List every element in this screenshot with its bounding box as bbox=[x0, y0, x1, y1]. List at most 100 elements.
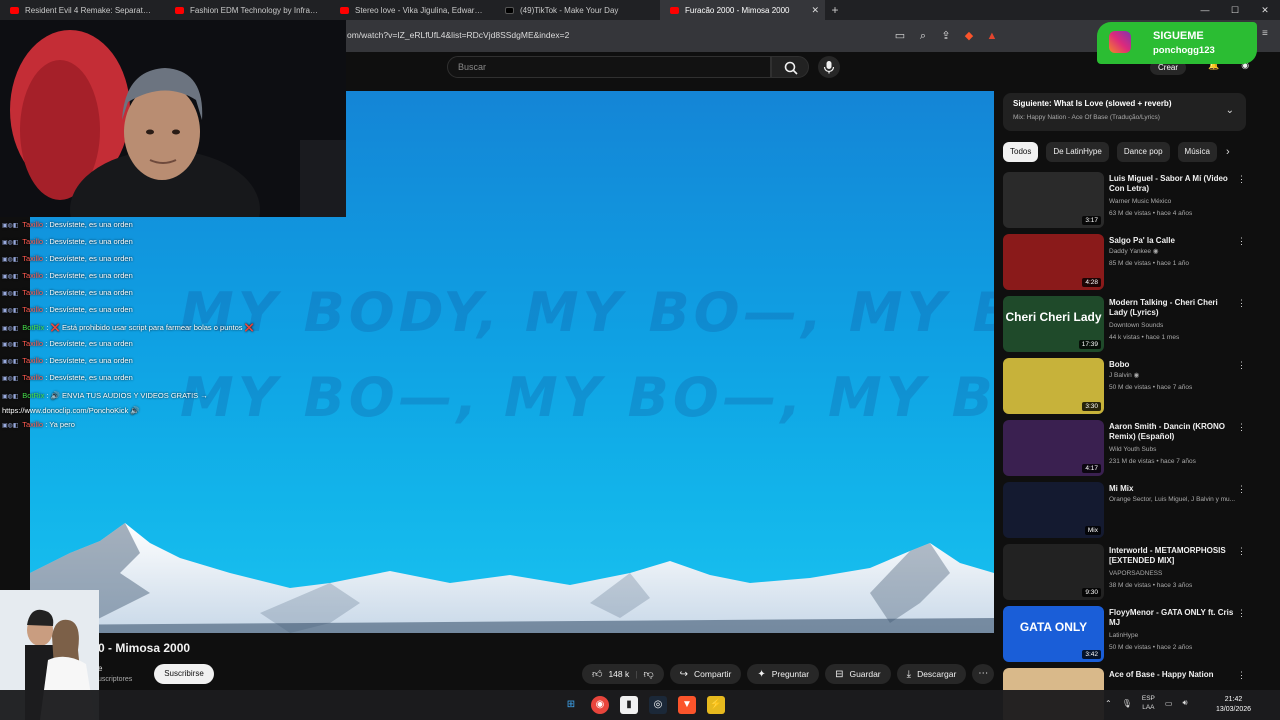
recommendation-channel[interactable]: VAPORSADNESS bbox=[1109, 568, 1249, 580]
browser-tab[interactable]: (49)TikTok - Make Your Day bbox=[495, 0, 660, 20]
recommendation-channel[interactable]: Downtown Sounds bbox=[1109, 320, 1249, 332]
ask-button[interactable]: ✦ Preguntar bbox=[747, 664, 820, 684]
chat-message: ▣◍◧ Taxillo : Ya pero bbox=[2, 417, 342, 434]
url-field[interactable]: om/watch?v=IZ_eRLfUfL4&list=RDcVjd8SSdgM… bbox=[347, 30, 569, 40]
chevron-up-icon[interactable]: ⌃ bbox=[1105, 699, 1112, 708]
video-thumbnail[interactable]: 4:17 bbox=[1003, 420, 1104, 476]
thumbs-down-icon[interactable]: 👎︎ bbox=[643, 668, 653, 680]
lang-code: ESP bbox=[1141, 695, 1155, 702]
youtube-icon bbox=[175, 6, 184, 14]
chip-todos[interactable]: Todos bbox=[1003, 142, 1039, 162]
winamp-icon[interactable]: ⚡ bbox=[707, 696, 725, 714]
more-vert-icon[interactable]: ⋮ bbox=[1237, 360, 1246, 371]
recommendation-channel[interactable]: Orange Sector, Luis Miguel, J Balvin y m… bbox=[1109, 494, 1249, 506]
recommendation-channel[interactable]: Wild Youth Subs bbox=[1109, 444, 1249, 456]
video-thumbnail[interactable]: Cheri Cheri Lady 17:39 bbox=[1003, 296, 1104, 352]
download-label: Descargar bbox=[917, 669, 957, 679]
browser-tab[interactable]: Fashion EDM Technology by Infractio bbox=[165, 0, 330, 20]
maximize-icon[interactable]: ☐ bbox=[1220, 0, 1250, 20]
video-thumbnail[interactable]: 3:17 bbox=[1003, 172, 1104, 228]
recommendation-channel[interactable]: Daddy Yankee ◉ bbox=[1109, 246, 1249, 258]
save-button[interactable]: ⊟ Guardar bbox=[825, 664, 891, 684]
save-label: Guardar bbox=[849, 669, 881, 679]
more-vert-icon[interactable]: ⋮ bbox=[1237, 608, 1246, 619]
search-button[interactable] bbox=[771, 56, 809, 78]
duration-badge: 3:42 bbox=[1082, 650, 1101, 659]
brave-rewards-icon[interactable]: ▲ bbox=[984, 28, 1000, 44]
chip-musica[interactable]: Música bbox=[1177, 142, 1217, 162]
video-thumbnail[interactable]: 9:30 bbox=[1003, 544, 1104, 600]
recommendation-title: Luis Miguel - Sabor A Mí (Video Con Letr… bbox=[1109, 174, 1228, 193]
recommendation-item[interactable]: 4:17 Aaron Smith - Dancin (KRONO Remix) (… bbox=[1003, 420, 1248, 482]
browser-tab[interactable]: Resident Evil 4 Remake: Separate Wa bbox=[0, 0, 165, 20]
more-vert-icon[interactable]: ⋮ bbox=[1237, 670, 1246, 681]
brave-shield-icon[interactable]: ◆ bbox=[961, 28, 977, 44]
chat-text: : Desvístete, es una orden bbox=[45, 305, 133, 314]
steam-icon[interactable]: ◎ bbox=[649, 696, 667, 714]
video-thumbnail[interactable]: 4:28 bbox=[1003, 234, 1104, 290]
microphone-tray-icon[interactable]: 🎙︎ bbox=[1122, 699, 1132, 708]
browser-tab-active[interactable]: Furacão 2000 - Mimosa 2000 ✕ bbox=[660, 0, 825, 20]
system-tray: ⌃ 🎙︎ ESP LAA ▭ 🔊︎ bbox=[1105, 694, 1187, 712]
system-clock[interactable]: 21:42 13/03/2026 bbox=[1216, 695, 1251, 715]
cast-icon[interactable]: ▭ bbox=[892, 28, 908, 44]
tab-title: (49)TikTok - Make Your Day bbox=[520, 5, 619, 15]
more-vert-icon[interactable]: ⋮ bbox=[1237, 174, 1246, 185]
brave-icon[interactable]: ▼ bbox=[678, 696, 696, 714]
voice-search-button[interactable] bbox=[818, 56, 840, 78]
video-thumbnail[interactable]: 3:30 bbox=[1003, 358, 1104, 414]
recommendation-item[interactable]: Cheri Cheri Lady 17:39 Modern Talking - Ch… bbox=[1003, 296, 1248, 358]
subscribe-button[interactable]: Suscribirse bbox=[154, 664, 214, 684]
menu-icon[interactable]: ≡ bbox=[1262, 28, 1274, 40]
duration-badge: 4:17 bbox=[1082, 464, 1101, 473]
volume-icon[interactable]: 🔊︎ bbox=[1182, 698, 1187, 708]
recommendation-meta: 50 M de vistas • hace 7 años bbox=[1109, 384, 1193, 391]
recommendation-item[interactable]: 9:30 Interworld - METAMORPHOSIS [EXTENDED… bbox=[1003, 544, 1248, 606]
chat-text: : Desvístete, es una orden bbox=[45, 220, 133, 229]
new-tab-button[interactable]: + bbox=[825, 3, 845, 17]
search-input[interactable] bbox=[458, 62, 770, 72]
language-indicator[interactable]: ESP LAA bbox=[1142, 694, 1155, 712]
recommendation-item[interactable]: 3:30 Bobo J Balvin ◉ 50 M de vistas • hace … bbox=[1003, 358, 1248, 420]
more-vert-icon[interactable]: ⋮ bbox=[1237, 546, 1246, 557]
zoom-icon[interactable]: ⌕ bbox=[915, 28, 931, 44]
video-thumbnail[interactable]: GATA ONLY 3:42 bbox=[1003, 606, 1104, 662]
browser-tab[interactable]: Stereo love - Vika Jigulina, Edward m bbox=[330, 0, 495, 20]
chevron-right-icon[interactable]: › bbox=[1226, 146, 1230, 158]
download-button[interactable]: ⤓ Descargar bbox=[896, 664, 967, 684]
recommendation-channel[interactable]: J Balvin ◉ bbox=[1109, 370, 1249, 382]
file-icon[interactable]: ▮ bbox=[620, 696, 638, 714]
social-badge: SIGUEME ponchogg123 bbox=[1097, 22, 1257, 64]
share-button[interactable]: ↪ Compartir bbox=[669, 664, 742, 684]
recommendation-channel[interactable]: LatinHype bbox=[1109, 630, 1249, 642]
share-icon[interactable]: ⇪ bbox=[938, 28, 954, 44]
subscriber-count: uscriptores bbox=[98, 676, 133, 683]
recommendation-channel[interactable]: Warner Music México bbox=[1109, 196, 1249, 208]
chat-badge-icon: ▣◍◧ bbox=[2, 376, 21, 382]
close-window-icon[interactable]: ✕ bbox=[1250, 0, 1280, 20]
up-next-panel[interactable]: Siguiente: What Is Love (slowed + reverb… bbox=[1003, 93, 1246, 131]
chip-latinhype[interactable]: De LatinHype bbox=[1046, 142, 1109, 162]
close-tab-icon[interactable]: ✕ bbox=[811, 5, 819, 16]
recommendation-item[interactable]: 4:28 Salgo Pa' la Calle Daddy Yankee ◉ 85 M… bbox=[1003, 234, 1248, 296]
windows-start-icon[interactable]: ⊞ bbox=[562, 696, 580, 714]
recommendation-item[interactable]: Mix Mi Mix Orange Sector, Luis Miguel, J B… bbox=[1003, 482, 1248, 544]
more-vert-icon[interactable]: ⋮ bbox=[1237, 422, 1246, 433]
chat-badge-icon: ▣◍◧ bbox=[2, 223, 21, 229]
chevron-down-icon[interactable]: ⌄ bbox=[1226, 105, 1234, 116]
chip-dance-pop[interactable]: Dance pop bbox=[1116, 142, 1170, 162]
video-thumbnail[interactable]: Mix bbox=[1003, 482, 1104, 538]
recommendation-item[interactable]: GATA ONLY 3:42 FloyyMenor - GATA ONLY ft. … bbox=[1003, 606, 1248, 668]
recommendation-item[interactable]: 3:17 Luis Miguel - Sabor A Mí (Video Con … bbox=[1003, 172, 1248, 234]
search-box bbox=[447, 56, 771, 78]
like-button[interactable]: 👍︎ 148 k | 👎︎ bbox=[582, 664, 664, 684]
more-vert-icon[interactable]: ⋮ bbox=[1237, 236, 1246, 247]
minimize-icon[interactable]: — bbox=[1190, 0, 1220, 20]
chrome-icon[interactable]: ◉ bbox=[591, 696, 609, 714]
more-vert-icon[interactable]: ⋮ bbox=[1237, 298, 1246, 309]
network-icon[interactable]: ▭ bbox=[1165, 699, 1173, 708]
more-actions-button[interactable]: ⋯ bbox=[972, 664, 995, 684]
tab-title: Fashion EDM Technology by Infractio bbox=[190, 5, 320, 15]
more-vert-icon[interactable]: ⋮ bbox=[1237, 484, 1246, 495]
recommendation-title: Modern Talking - Cheri Cheri Lady (Lyric… bbox=[1109, 298, 1218, 317]
